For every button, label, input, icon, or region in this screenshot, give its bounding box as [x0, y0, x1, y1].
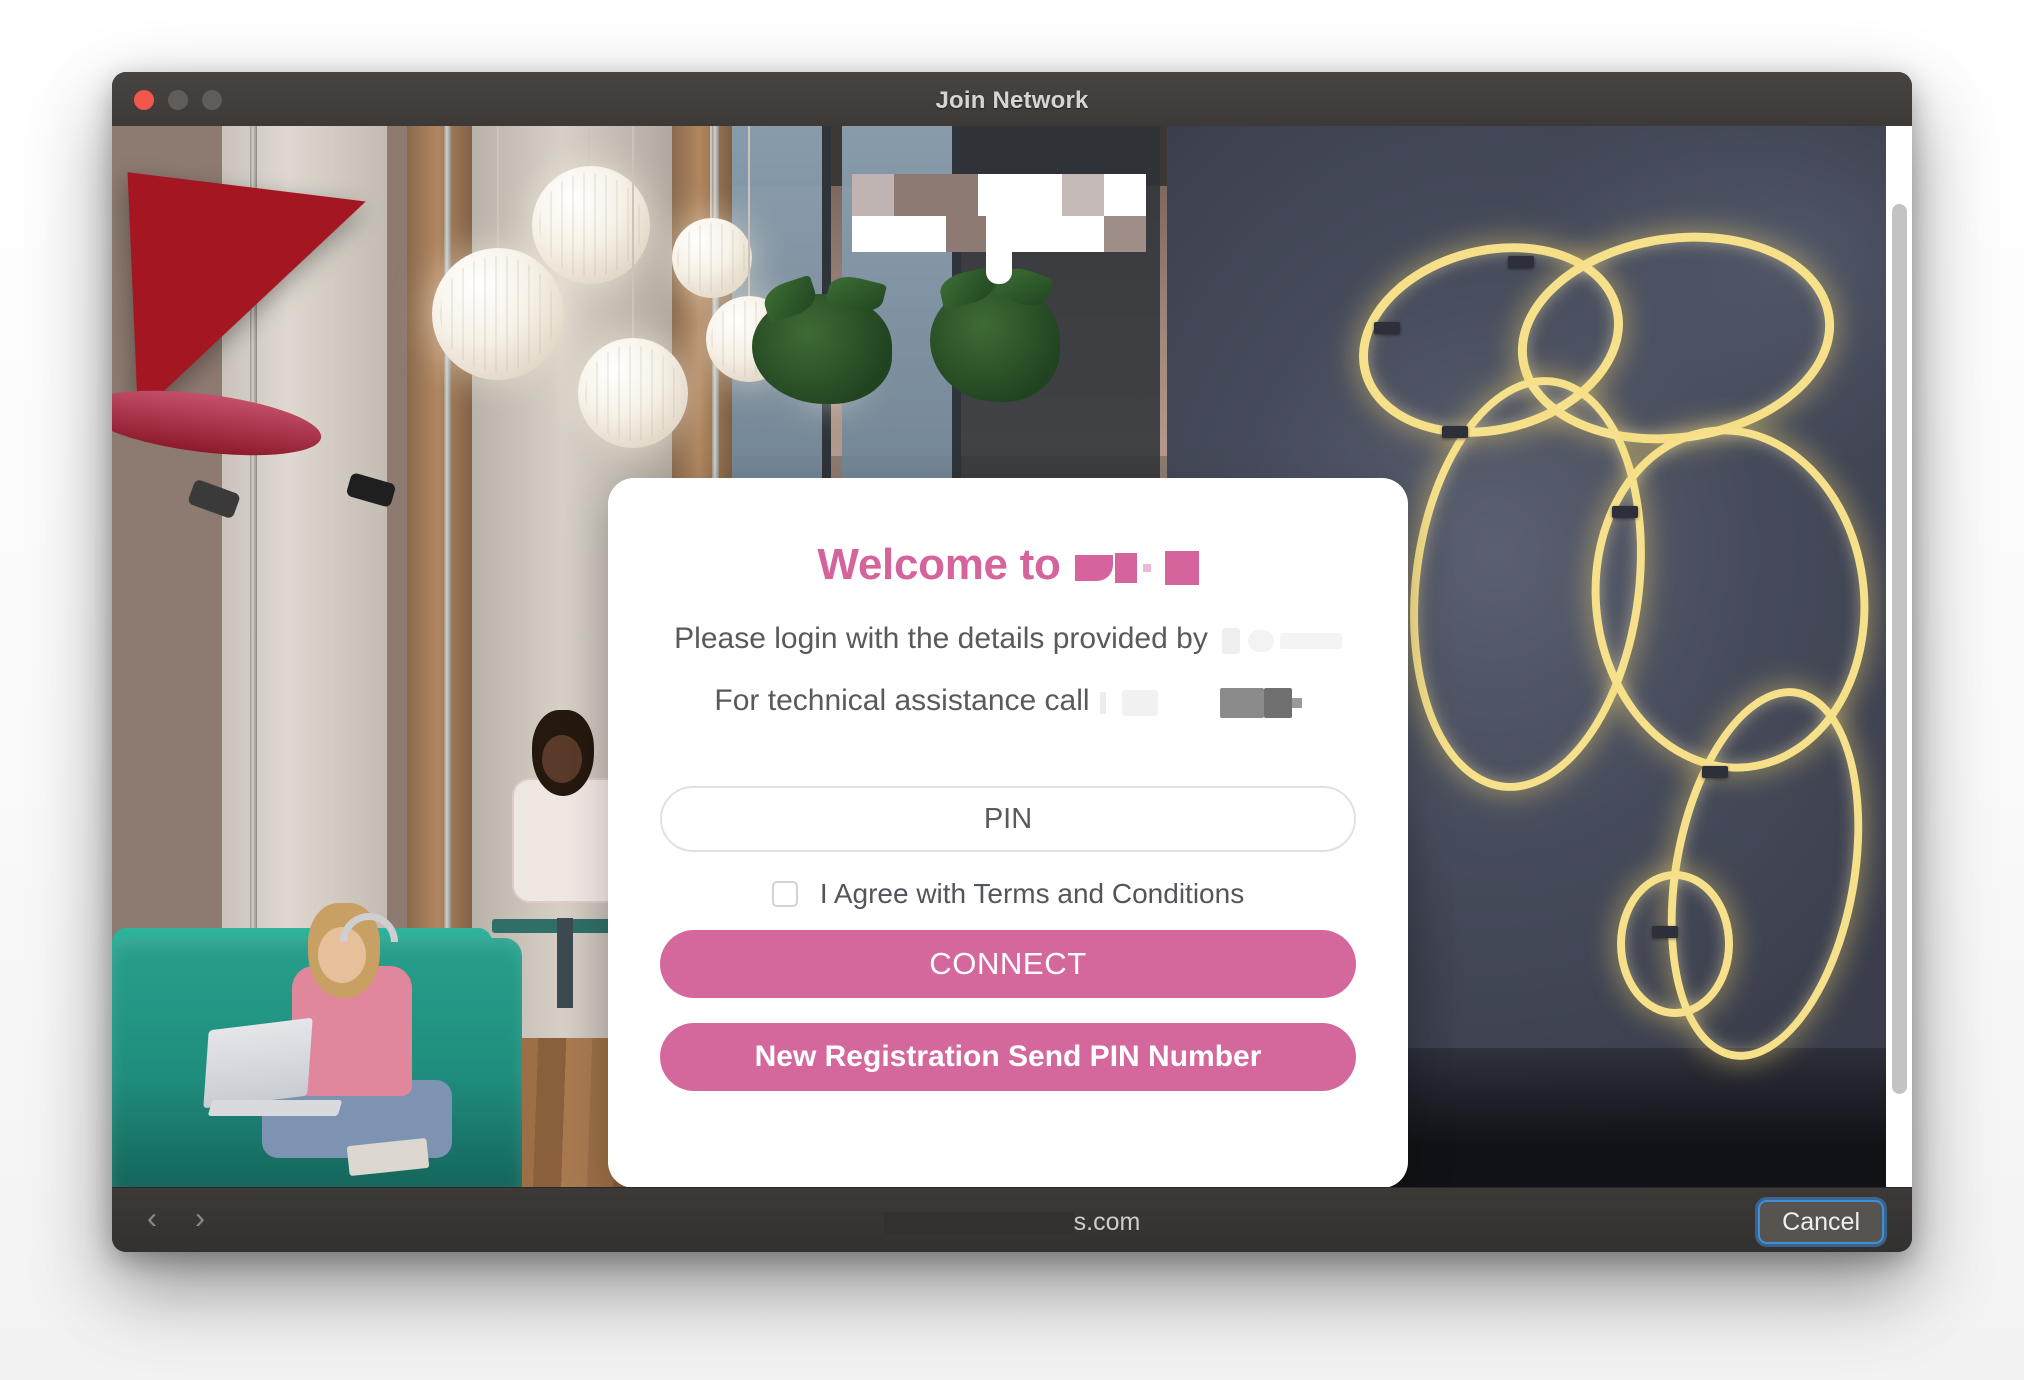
photo-neon-clamp-6 — [1652, 926, 1678, 938]
photo-lamp-cord-5 — [632, 126, 634, 344]
terms-row[interactable]: I Agree with Terms and Conditions — [608, 878, 1408, 910]
photo-person-2-body — [512, 778, 622, 903]
url-redaction — [883, 1208, 1074, 1237]
photo-stool — [557, 918, 573, 1008]
photo-neon-clamp-2 — [1508, 256, 1534, 268]
url-label: s.com — [112, 1208, 1912, 1238]
vertical-scrollbar-track[interactable] — [1886, 126, 1912, 1188]
card-line-1-text: Please login with the details provided b… — [674, 622, 1208, 655]
photo-neon-clamp-5 — [1702, 766, 1728, 778]
card-line-2-text: For technical assistance call — [714, 684, 1090, 717]
card-heading-text: Welcome to — [817, 540, 1061, 589]
photo-lamp-cord-4 — [748, 126, 750, 300]
photo-neon-loop-6 — [1617, 871, 1733, 1017]
card-heading: Welcome to — [608, 540, 1408, 592]
desktop-backdrop: Join Network Welcome to Please login wit… — [0, 0, 2024, 1380]
connect-button[interactable]: CONNECT — [660, 930, 1356, 998]
login-card: Welcome to Please login with the details… — [608, 478, 1408, 1188]
photo-globe-lamp-2 — [672, 218, 752, 298]
card-line-1: Please login with the details provided b… — [608, 622, 1408, 657]
photo-lamp-cord-2 — [710, 126, 712, 221]
window-toolbar: ‹ › s.com Cancel — [112, 1187, 1912, 1252]
photo-laptop-screen — [203, 1017, 313, 1109]
photo-laptop-keyboard — [207, 1100, 343, 1116]
photo-neon-clamp-1 — [1374, 322, 1400, 334]
photo-lamp-cord-1 — [588, 126, 590, 168]
photo-globe-lamp-3 — [432, 248, 564, 380]
terms-label: I Agree with Terms and Conditions — [819, 878, 1245, 909]
photo-person-2-head — [542, 735, 582, 783]
cancel-button-label: Cancel — [1782, 1207, 1860, 1236]
redacted-logo — [852, 174, 1146, 284]
card-line-1-redaction — [1208, 623, 1342, 657]
photo-globe-lamp-5 — [578, 338, 688, 448]
window-title: Join Network — [935, 87, 1089, 114]
vertical-scrollbar-thumb[interactable] — [1892, 204, 1907, 1094]
photo-neon-clamp-4 — [1612, 506, 1638, 518]
new-registration-send-pin-button[interactable]: New Registration Send PIN Number — [660, 1023, 1356, 1091]
url-visible-suffix: s.com — [1073, 1208, 1141, 1236]
connect-button-label: CONNECT — [929, 946, 1087, 981]
photo-neon-clamp-3 — [1442, 426, 1468, 438]
pin-input-placeholder: PIN — [983, 802, 1033, 835]
window-titlebar: Join Network — [112, 72, 1912, 127]
card-line-2-redaction — [1090, 685, 1302, 719]
photo-lamp-cord-3 — [497, 126, 499, 252]
terms-checkbox[interactable] — [771, 881, 798, 907]
new-registration-button-label: New Registration Send PIN Number — [754, 1040, 1262, 1073]
cancel-button[interactable]: Cancel — [1758, 1200, 1884, 1244]
join-network-window: Join Network Welcome to Please login wit… — [112, 72, 1912, 1252]
card-line-2: For technical assistance call — [608, 684, 1408, 719]
pin-input[interactable]: PIN — [660, 786, 1356, 852]
card-heading-redaction — [1074, 540, 1199, 590]
captive-portal-viewport: Welcome to Please login with the details… — [112, 126, 1912, 1188]
